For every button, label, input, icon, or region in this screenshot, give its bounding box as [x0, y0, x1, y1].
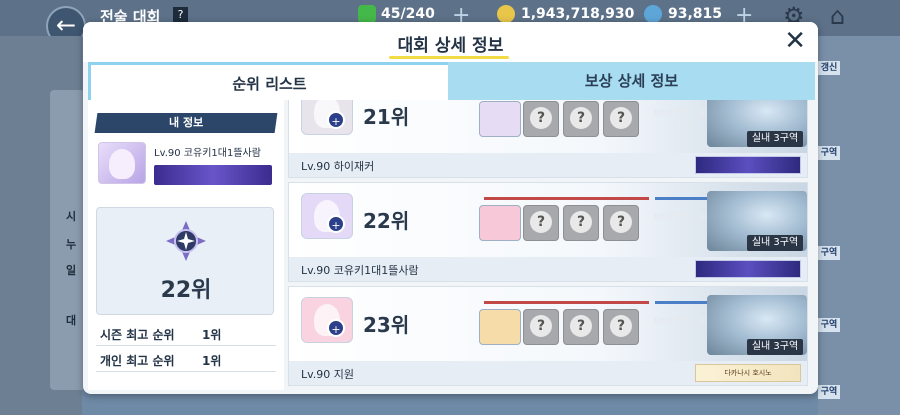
stage-label: 실내 3구역 [747, 131, 803, 147]
question-icon: ? [610, 107, 632, 129]
background-right-panel [818, 36, 900, 415]
credit-counter: 1,943,718,930 [521, 6, 635, 22]
bg-label: 누 [66, 238, 77, 251]
empty-slot: EMPTY [652, 213, 689, 223]
bg-tag: 갱신 [818, 61, 840, 75]
player-banner [695, 260, 801, 278]
my-rank: 22위 [160, 278, 212, 303]
team-member-slot [479, 309, 521, 345]
stat-value: 1위 [202, 354, 222, 368]
question-icon: ? [610, 315, 632, 337]
unknown-slot: ? [523, 205, 559, 241]
tournament-detail-modal: 대회 상세 정보 ✕ 순위 리스트 보상 상세 정보 내 정보 Lv.90 코유… [83, 22, 818, 394]
question-icon: ? [570, 315, 592, 337]
row-rank: 23위 [363, 313, 410, 337]
unknown-slot: ? [523, 309, 559, 345]
player-name: Lv.90 하이재커 [301, 160, 375, 173]
plus-icon: + [327, 215, 345, 233]
help-button[interactable]: ? [173, 7, 188, 22]
plus-icon: + [327, 111, 345, 129]
tab-rank-list[interactable]: 순위 리스트 [88, 62, 448, 100]
stat-value: 1위 [202, 328, 222, 342]
team-member-slot [479, 205, 521, 241]
modal-title: 대회 상세 정보 [397, 36, 504, 56]
rank-row[interactable]: + 23위 ? ? ? EMPTY EMPTY 실내 3구역 Lv.90 지원 … [288, 286, 808, 386]
bg-label: 대 [66, 314, 77, 327]
tab-bar: 순위 리스트 보상 상세 정보 [88, 62, 815, 100]
bg-tag: 구역 [818, 146, 840, 160]
stage-label: 실내 3구역 [747, 339, 803, 355]
rank-emblem-icon [166, 221, 206, 261]
bg-tag: 구역 [818, 385, 840, 399]
my-banner [154, 165, 272, 185]
player-portrait [301, 297, 353, 343]
rank-row[interactable]: + 21위 ? ? ? EMPTY EMPTY 실내 3구역 Lv.90 하이재… [288, 100, 808, 178]
title-underline [389, 56, 509, 59]
row-info-bar: Lv.90 지원 다카나시 호시노 [289, 361, 807, 385]
tab-reward-detail[interactable]: 보상 상세 정보 [448, 62, 815, 100]
unknown-slot: ? [603, 309, 639, 345]
my-player-name: Lv.90 코유키1대1뜰사람 [154, 148, 261, 159]
player-portrait [301, 193, 353, 239]
bg-label: 일 [66, 264, 77, 277]
row-rank: 21위 [363, 105, 410, 129]
personal-best-rank-row: 개인 최고 순위 1위 [96, 348, 276, 372]
bg-label: 시 [66, 210, 77, 223]
home-icon[interactable]: ⌂ [830, 2, 845, 30]
row-rank: 22위 [363, 209, 410, 233]
lightning-icon [358, 5, 376, 23]
unknown-slot: ? [603, 205, 639, 241]
avatar[interactable] [98, 142, 146, 184]
question-icon: ? [570, 107, 592, 129]
stat-label: 시즌 최고 순위 [100, 328, 175, 342]
season-best-rank-row: 시즌 최고 순위 1위 [96, 322, 276, 346]
bg-tag: 구역 [818, 318, 840, 332]
attack-team-bar [484, 197, 649, 200]
my-rank-box: 22위 [96, 207, 274, 315]
question-icon: ? [530, 315, 552, 337]
plus-icon: + [327, 319, 345, 337]
pyroxene-counter: 93,815 [668, 6, 723, 22]
my-info-header: 내 정보 [94, 113, 278, 133]
question-icon: ? [530, 211, 552, 233]
my-info-panel: 내 정보 Lv.90 코유키1대1뜰사람 22위 시즌 최고 순위 1위 개인 … [88, 100, 284, 390]
question-icon: ? [610, 211, 632, 233]
empty-slot: EMPTY [652, 317, 689, 327]
unknown-slot: ? [603, 101, 639, 137]
unknown-slot: ? [563, 101, 599, 137]
question-icon: ? [570, 211, 592, 233]
close-button[interactable]: ✕ [784, 28, 806, 54]
unknown-slot: ? [563, 309, 599, 345]
row-info-bar: Lv.90 하이재커 [289, 153, 807, 177]
player-banner: 다카나시 호시노 [695, 364, 801, 382]
rank-row[interactable]: + 22위 ? ? ? EMPTY EMPTY 실내 3구역 Lv.90 코유키… [288, 182, 808, 282]
stat-label: 개인 최고 순위 [100, 354, 175, 368]
player-banner [695, 156, 801, 174]
row-info-bar: Lv.90 코유키1대1뜰사람 [289, 257, 807, 281]
player-name: Lv.90 코유키1대1뜰사람 [301, 264, 419, 277]
stage-label: 실내 3구역 [747, 235, 803, 251]
empty-slot: EMPTY [652, 109, 689, 119]
question-icon: ? [530, 107, 552, 129]
team-member-slot [479, 101, 521, 137]
my-info-header-label: 내 정보 [168, 116, 204, 129]
coin-icon [497, 5, 515, 23]
gem-icon [644, 5, 662, 23]
attack-team-bar [484, 301, 649, 304]
player-name: Lv.90 지원 [301, 368, 355, 381]
rank-list[interactable]: + 21위 ? ? ? EMPTY EMPTY 실내 3구역 Lv.90 하이재… [288, 100, 808, 390]
bg-tag: 구역 [818, 246, 840, 260]
modal-header: 대회 상세 정보 ✕ [83, 22, 818, 62]
ap-counter: 45/240 [381, 6, 435, 22]
unknown-slot: ? [523, 101, 559, 137]
unknown-slot: ? [563, 205, 599, 241]
